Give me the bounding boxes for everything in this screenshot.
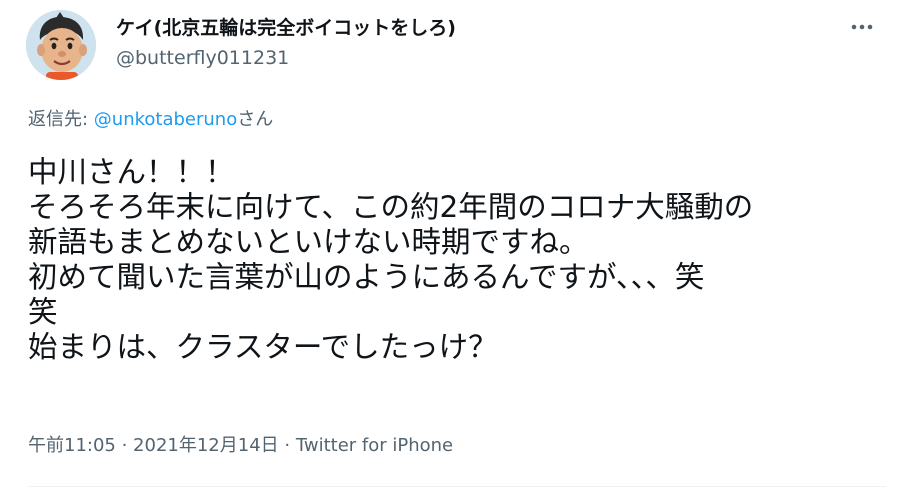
tweet-text-line: 新語もまとめないといけない時期ですね。 <box>28 225 589 259</box>
reply-mention-link[interactable]: @unkotaberuno <box>94 109 237 130</box>
tweet-text-line: 笑 <box>28 295 58 329</box>
tweet-source-link[interactable]: Twitter for iPhone <box>296 435 453 456</box>
meta-separator: · <box>115 435 134 456</box>
reply-context: 返信先: @unkotaberunoさん <box>28 107 273 133</box>
reply-prefix: 返信先: <box>28 109 94 130</box>
meta-separator: · <box>278 435 296 456</box>
tweet-card: ケイ(北京五輪は完全ボイコットをしろ) @butterfly011231 返信先… <box>0 0 914 489</box>
more-dots-icon <box>851 24 873 30</box>
tweet-meta: 午前11:05 · 2021年12月14日 · Twitter for iPho… <box>28 434 453 458</box>
tweet-text-line: 始まりは、クラスターでしたっけ？ <box>28 330 498 364</box>
tweet-text: 中川さん！！！ そろそろ年末に向けて、この約2年間のコロナ大騒動の 新語もまとめ… <box>28 155 878 365</box>
cartoon-avatar-icon <box>26 10 96 80</box>
tweet-text-line: 初めて聞いた言葉が山のようにあるんですが、、、笑 <box>28 260 705 294</box>
avatar[interactable] <box>26 10 96 80</box>
reply-suffix: さん <box>237 109 274 130</box>
tweet-text-line: そろそろ年末に向けて、この約2年間のコロナ大騒動の <box>28 190 754 224</box>
author-handle[interactable]: @butterfly011231 <box>116 46 289 70</box>
more-options-button[interactable] <box>842 12 882 42</box>
author-display-name[interactable]: ケイ(北京五輪は完全ボイコットをしろ) <box>116 16 456 40</box>
tweet-date[interactable]: 2021年12月14日 <box>133 435 279 456</box>
tweet-time[interactable]: 午前11:05 <box>28 435 116 456</box>
tweet-text-line: 中川さん！！！ <box>28 155 235 189</box>
divider <box>28 486 886 487</box>
